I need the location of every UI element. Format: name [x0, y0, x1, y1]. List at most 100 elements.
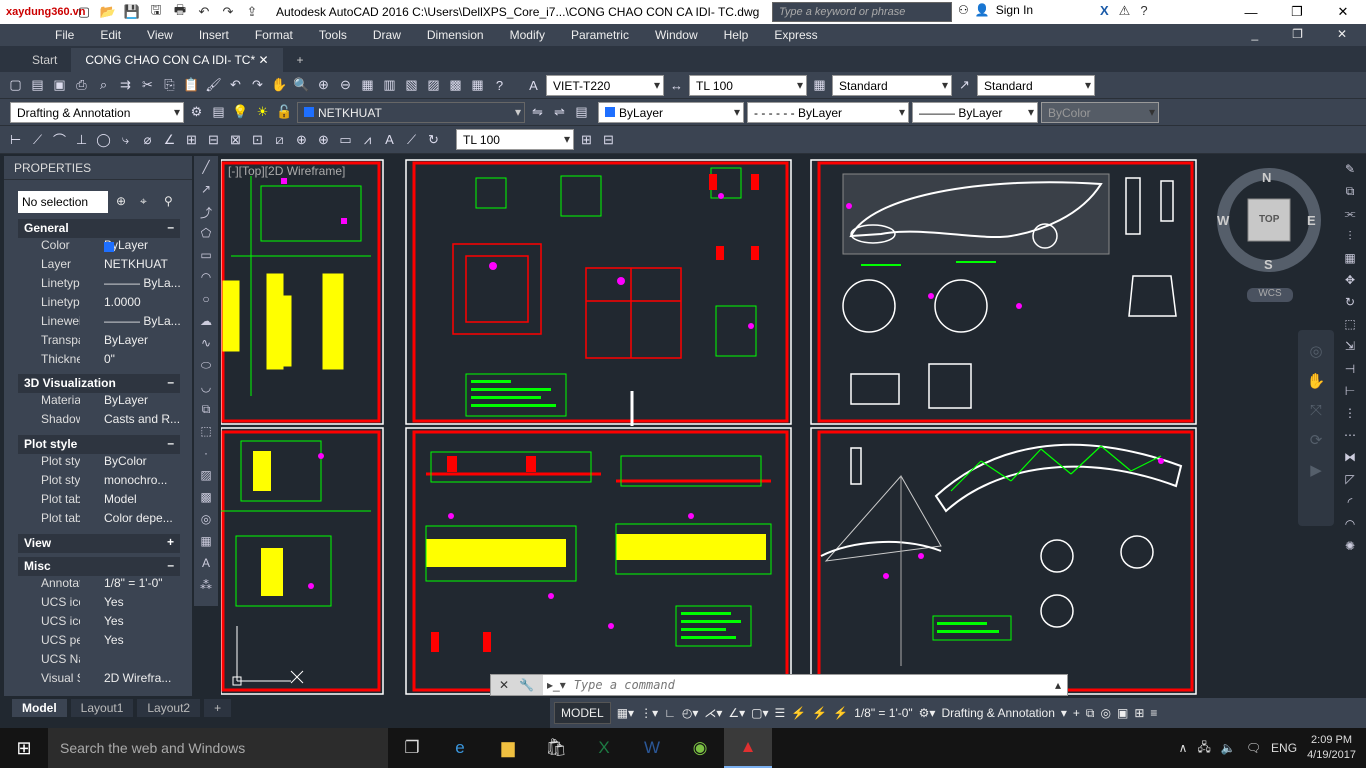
circle-icon[interactable]: ○ [202, 292, 209, 311]
text-style-icon[interactable]: A [524, 76, 543, 95]
dim-style-dropdown[interactable]: TL 100 [689, 74, 807, 96]
property-value[interactable]: ByColor [80, 454, 180, 473]
compass-north[interactable]: N [1262, 170, 1271, 185]
dim-aligned-icon[interactable]: ⟋ [28, 130, 47, 149]
property-value[interactable]: Color depe... [80, 511, 180, 530]
notifications-icon[interactable]: 🗨 [1246, 741, 1261, 755]
auto-scale-icon[interactable]: ⚡ [812, 706, 827, 720]
property-row[interactable]: UCS ico...Yes [18, 595, 180, 614]
dim-style-manager-icon[interactable]: ⊞ [577, 130, 596, 149]
plus-icon[interactable]: + [1073, 706, 1080, 720]
property-value[interactable]: ByLayer [80, 333, 180, 352]
dim-continue-icon[interactable]: ⊠ [226, 130, 245, 149]
menu-draw[interactable]: Draw [360, 28, 414, 42]
workspace-settings-icon[interactable]: ⚙ [187, 103, 206, 122]
inspection-icon[interactable]: ▭ [336, 130, 355, 149]
section-misc[interactable]: Misc – [18, 557, 180, 576]
section-3d-visualization[interactable]: 3D Visualization – [18, 374, 180, 393]
viewcube[interactable] [1208, 168, 1330, 308]
property-value[interactable]: Yes [80, 633, 180, 652]
copy-object-icon[interactable]: ⧉ [1346, 184, 1355, 201]
signin-button[interactable]: ⚇ 👤 Sign In [958, 3, 1033, 17]
property-row[interactable]: Shadow...Casts and R... [18, 412, 180, 431]
recent-commands-icon[interactable]: ▸_▾ [543, 678, 566, 692]
osnap-tracking-icon[interactable]: ∠▾ [728, 706, 745, 720]
layer-dropdown[interactable]: NETKHUAT [297, 101, 525, 123]
menu-view[interactable]: View [134, 28, 186, 42]
property-value[interactable]: Model [80, 492, 180, 511]
linetype-dropdown[interactable]: - - - - - - ByLayer [747, 101, 909, 123]
drawing-canvas[interactable] [221, 156, 1336, 696]
dim-radius-icon[interactable]: ◯ [94, 130, 113, 149]
menu-parametric[interactable]: Parametric [558, 28, 642, 42]
menu-file[interactable]: File [42, 28, 87, 42]
publish-icon[interactable]: ⇉ [116, 76, 135, 95]
dim-baseline-icon[interactable]: ⊟ [204, 130, 223, 149]
autodesk-360-icon[interactable]: ⚠ [1119, 3, 1131, 19]
dim-tedit-icon[interactable]: ⟋ [402, 130, 421, 149]
property-value[interactable]: ByLayer [80, 393, 180, 412]
property-row[interactable]: Plot styleByColor [18, 454, 180, 473]
isodraft-icon[interactable]: ⋌▾ [704, 706, 722, 720]
taskbar-search[interactable]: Search the web and Windows [48, 728, 388, 768]
menu-express[interactable]: Express [761, 28, 830, 42]
dim-angular-icon[interactable]: ∠ [160, 130, 179, 149]
center-mark-icon[interactable]: ⊕ [314, 130, 333, 149]
help-icon[interactable]: ? [1140, 3, 1147, 19]
cut-icon[interactable]: ✂ [138, 76, 157, 95]
clean-screen-icon[interactable]: ⊞ [1134, 706, 1144, 720]
undo-icon[interactable]: ↶ [226, 76, 245, 95]
windows-start-icon[interactable]: ⊞ [0, 728, 48, 768]
make-block-icon[interactable]: ⬚ [200, 424, 211, 443]
blend-icon[interactable]: ◠ [1345, 517, 1355, 534]
dim-space-icon[interactable]: ⊡ [248, 130, 267, 149]
section-view[interactable]: View + [18, 534, 180, 553]
plot-icon[interactable]: ⎙ [72, 76, 91, 95]
lineweight-icon[interactable]: ☰ [775, 706, 786, 720]
property-row[interactable]: UCS per...Yes [18, 633, 180, 652]
add-selected-icon[interactable]: ⁂ [200, 578, 212, 597]
hardware-accel-icon[interactable]: ▣ [1117, 706, 1128, 720]
showmotion-icon[interactable]: ▶ [1310, 461, 1322, 479]
polar-icon[interactable]: ◴▾ [682, 706, 699, 720]
autocad-taskbar-icon[interactable]: ▲ [724, 728, 772, 768]
menu-window[interactable]: Window [642, 28, 711, 42]
property-value[interactable]: Casts and R... [80, 412, 180, 431]
clock[interactable]: 2:09 PM 4/19/2017 [1307, 733, 1356, 763]
polyline-icon[interactable]: ⤴ [200, 204, 212, 223]
menu-dimension[interactable]: Dimension [414, 28, 497, 42]
exchange-icon[interactable]: X [1100, 3, 1109, 19]
customize-status-icon[interactable]: ≡ [1150, 706, 1157, 720]
doc-close-icon[interactable]: ✕ [1324, 27, 1360, 41]
saveas-icon[interactable]: 🖫 [146, 2, 166, 21]
app-logo[interactable]: xaydung360.vn [0, 0, 85, 24]
array-icon[interactable]: ▦ [1344, 251, 1355, 268]
tab-model[interactable]: Model [12, 699, 67, 717]
undo-icon[interactable]: ↶ [194, 3, 214, 21]
edge-icon[interactable]: e [436, 728, 484, 768]
property-value[interactable]: 0" [80, 352, 180, 371]
doc-restore-icon[interactable]: ❐ [1279, 27, 1316, 41]
dim-arclength-icon[interactable]: ⌒ [50, 130, 69, 149]
dim-edit-icon[interactable]: A [380, 130, 399, 149]
property-value[interactable]: ——— ByLa... [80, 276, 180, 295]
green-app-icon[interactable]: ◉ [676, 728, 724, 768]
minimize-icon[interactable]: — [1228, 0, 1274, 24]
pan-icon[interactable]: ✋ [270, 76, 289, 95]
property-row[interactable]: Material ByLayer [18, 393, 180, 412]
orbit-icon[interactable]: ⟳ [1310, 431, 1323, 449]
property-value[interactable]: ——— ByLa... [80, 314, 180, 333]
tolerance-icon[interactable]: ⊕ [292, 130, 311, 149]
save-icon[interactable]: ▣ [50, 76, 69, 95]
zoom-extents-icon[interactable]: ⤧ [1310, 402, 1322, 419]
dim-style-dropdown-2[interactable]: TL 100 [456, 129, 574, 150]
units-icon[interactable]: ⧉ [1086, 706, 1095, 721]
markup-icon[interactable]: ▩ [446, 76, 465, 95]
property-value[interactable]: 2D Wirefra... [80, 671, 180, 690]
zoom-window-icon[interactable]: ⊕ [314, 76, 333, 95]
file-explorer-icon[interactable]: ▆ [484, 728, 532, 768]
command-line[interactable]: ✕ 🔧 ▸_▾ Type a command ▴ [490, 674, 1068, 696]
matchprop-icon[interactable]: 🖌 [204, 76, 223, 95]
property-row[interactable]: Linetype...1.0000 [18, 295, 180, 314]
section-general[interactable]: General – [18, 219, 180, 238]
